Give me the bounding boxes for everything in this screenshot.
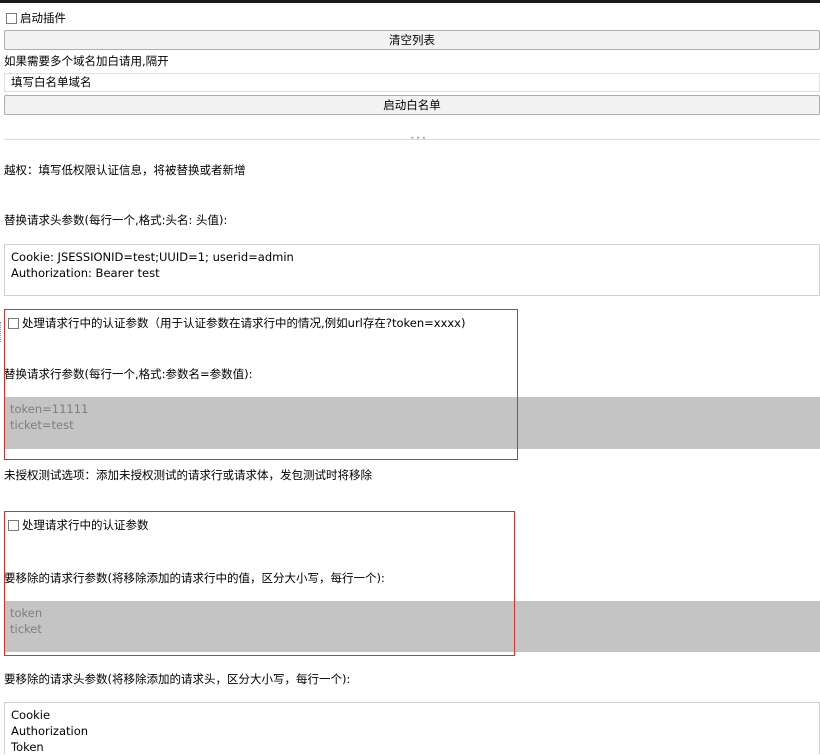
process-request-line-checkbox[interactable]: 处理请求行中的认证参数（用于认证参数在请求行中的情况,例如url存在?token… xyxy=(8,315,465,331)
clear-list-button[interactable]: 清空列表 xyxy=(4,30,820,50)
enable-plugin-label: 启动插件 xyxy=(20,11,66,25)
replace-request-line-params-textarea[interactable]: token=11111 ticket=test xyxy=(4,397,820,449)
privilege-escalation-heading: 越权：填写低权限认证信息，将被替换或者新增 xyxy=(4,163,246,177)
left-resize-handle[interactable] xyxy=(0,322,3,342)
replace-request-line-params-label: 替换请求行参数(每行一个,格式:参数名=参数值): xyxy=(4,367,253,381)
remove-header-params-label: 要移除的请求头参数(将移除添加的请求头，区分大小写，每行一个): xyxy=(4,672,351,686)
start-whitelist-button[interactable]: 启动白名单 xyxy=(4,95,820,115)
unauthorized-heading: 未授权测试选项：添加未授权测试的请求行或请求体，发包测试时将移除 xyxy=(4,468,372,482)
remove-request-line-params-label: 要移除的请求行参数(将移除添加的请求行中的值，区分大小写，每行一个): xyxy=(4,571,385,585)
enable-plugin-checkbox[interactable]: 启动插件 xyxy=(6,10,66,26)
checkbox-box[interactable] xyxy=(8,317,19,329)
whitelist-domain-input[interactable]: 填写白名单域名 xyxy=(4,73,820,92)
divider-grip-icon[interactable]: ••• xyxy=(410,134,427,143)
replace-header-params-textarea[interactable]: Cookie: JSESSIONID=test;UUID=1; userid=a… xyxy=(4,244,820,296)
remove-request-line-params-textarea[interactable]: token ticket xyxy=(4,601,820,652)
whitelist-hint: 如果需要多个域名加白请用,隔开 xyxy=(4,54,169,68)
remove-header-params-textarea[interactable]: Cookie Authorization Token xyxy=(4,702,820,754)
checkbox-box[interactable] xyxy=(8,519,19,531)
unauth-process-request-line-label: 处理请求行中的认证参数 xyxy=(22,518,149,532)
unauth-process-request-line-checkbox[interactable]: 处理请求行中的认证参数 xyxy=(8,517,149,533)
checkbox-box[interactable] xyxy=(6,12,17,24)
process-request-line-label: 处理请求行中的认证参数（用于认证参数在请求行中的情况,例如url存在?token… xyxy=(22,316,466,330)
window-top-border xyxy=(0,0,820,3)
replace-header-params-label: 替换请求头参数(每行一个,格式:头名: 头值): xyxy=(4,213,228,227)
